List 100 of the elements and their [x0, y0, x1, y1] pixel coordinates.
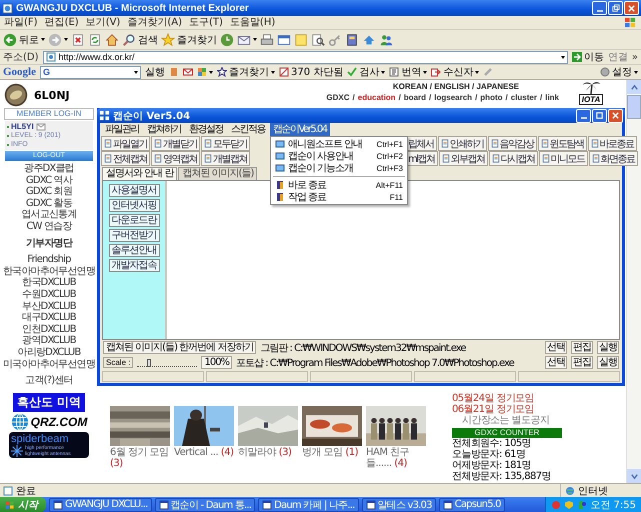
search-field[interactable]: G [40, 66, 141, 78]
people-button[interactable] [379, 32, 393, 46]
tab[interactable]: 설명서와 안내 란 [102, 167, 178, 180]
photo-caption[interactable]: Vertical ... (4) [174, 447, 234, 458]
photo-caption[interactable]: 히말라야 (3) [238, 447, 298, 458]
links-label[interactable]: 연결 [608, 50, 628, 64]
favorites-button[interactable]: 즐겨찾기 [217, 65, 275, 79]
toolbar-button[interactable]: 개별캡쳐 [201, 151, 250, 166]
maximize-button[interactable] [592, 108, 607, 122]
nav-link[interactable]: GDXC 역사 [26, 174, 72, 186]
menu-item[interactable]: 환경설정 [186, 123, 226, 136]
menu-item[interactable]: 애니원소프트 안내 Ctrl+F1 [272, 138, 406, 150]
more-button[interactable]: » [632, 52, 638, 62]
close-button[interactable] [608, 108, 623, 122]
site-nav-link[interactable]: link [545, 93, 559, 102]
menu-item[interactable]: 캡순이 기능소개 Ctrl+F3 [272, 162, 406, 174]
settings-button[interactable]: 설정 [600, 65, 638, 79]
nav-link[interactable]: 인천DXCLUB [22, 324, 76, 336]
print-button[interactable] [260, 32, 274, 46]
menu-item[interactable]: 도움말(H) [230, 16, 276, 28]
translate-button[interactable]: 번역 [389, 65, 428, 79]
nav-link[interactable]: GDXC 회원 [26, 186, 72, 198]
edit-button[interactable] [277, 32, 291, 46]
program-button[interactable]: 편집 [571, 356, 593, 369]
taskbar-button[interactable]: 캡순이 - Daum 통... [154, 498, 256, 512]
banner-text[interactable]: QRZ.COM [30, 414, 88, 429]
tab[interactable]: 캡쳐된 이미지(들) [178, 167, 258, 180]
toolbar-button[interactable]: 미니모드 [538, 151, 588, 166]
toolbar-button[interactable]: 개별닫기 [151, 136, 200, 151]
panel-button[interactable]: 사용설명서 [108, 184, 160, 197]
panel-button[interactable]: 다운로드란 [108, 214, 160, 227]
refresh-button[interactable] [88, 32, 102, 46]
globe-icon[interactable] [10, 412, 29, 431]
toolbar-button[interactable]: 윈도탐색 [538, 136, 586, 151]
save-button[interactable]: 캡쳐된 이미지(들) 한꺼번에 저장하기 [103, 341, 256, 354]
taskbar-button[interactable]: Daum 카페 | 나주... [258, 498, 358, 512]
panel-button[interactable]: 개발자접속 [108, 259, 160, 272]
menu-item[interactable]: 즐겨찾기(A) [127, 16, 182, 28]
toolbar-button[interactable]: 파일열기 [101, 136, 150, 151]
nav-link[interactable]: 수원DXCLUB [22, 288, 76, 301]
logo-text[interactable]: IOTA [578, 94, 604, 105]
menu-item[interactable]: 캡순이 사용안내 Ctrl+F2 [272, 150, 406, 162]
menu-item[interactable]: 캡순이Ver5.04 [270, 123, 330, 136]
site-nav-link[interactable]: cluster [510, 93, 537, 102]
toolbar-button[interactable]: 모두닫기 [201, 136, 250, 151]
nav-link[interactable]: 광역DXCLUB [22, 335, 76, 347]
google-logo[interactable]: Google [3, 66, 36, 78]
program-button[interactable]: 선택 [545, 341, 567, 354]
menu-item[interactable]: 편집(E) [44, 16, 79, 28]
search-button[interactable]: 검색 [122, 32, 158, 46]
toolbar-button[interactable]: ml캡쳐 [406, 151, 438, 166]
toolbar-button[interactable]: 화면종료 [588, 151, 638, 166]
nav-link[interactable]: 대구DXCLUB [22, 312, 76, 324]
program-button[interactable]: 편집 [571, 341, 593, 354]
run-button[interactable]: 실행 [145, 65, 165, 79]
nav-link[interactable]: 부산DXCLUB [22, 300, 76, 312]
menu-item[interactable]: 도구(T) [189, 16, 223, 28]
nav-link[interactable]: Friendship [27, 254, 71, 266]
close-button[interactable] [624, 1, 639, 15]
program-button[interactable]: 실행 [597, 356, 619, 369]
addons-button[interactable] [197, 67, 213, 77]
site-nav-link[interactable]: photo [480, 93, 503, 102]
nav-link[interactable]: CW 연습장 [26, 220, 72, 233]
menu-item[interactable]: 캡쳐하기 [144, 123, 184, 136]
photo-caption[interactable]: 벙개 모임 (1) [302, 447, 362, 458]
go-button[interactable]: 이동 [572, 50, 604, 64]
site-nav-link[interactable]: education [358, 93, 396, 102]
toolbar-button[interactable]: 립체서 [406, 136, 436, 151]
send-button[interactable]: 수신자 [431, 65, 480, 79]
restore-button[interactable] [608, 1, 623, 15]
toolbar-button[interactable]: 음악감상 [488, 136, 536, 151]
stop-button[interactable] [71, 32, 85, 46]
nav-link[interactable]: 미국아마추어무선연맹 [2, 358, 95, 370]
taskbar-button[interactable]: Capsun5.0 [438, 498, 505, 512]
envelope-icon[interactable] [36, 122, 46, 132]
menu-item[interactable]: 바로 종료 Alt+F11 [272, 179, 406, 191]
address-field[interactable]: http://www.dx.or.kr/ [42, 50, 568, 64]
program-button[interactable]: 선택 [545, 356, 567, 369]
schedule-item[interactable]: 05월24일 정기모임 [452, 393, 562, 404]
forward-button[interactable] [48, 32, 68, 46]
toolbar-button[interactable]: 전체캡쳐 [101, 151, 150, 166]
back-button[interactable]: 뒤로 [3, 32, 45, 46]
program-button[interactable]: 실행 [597, 341, 619, 354]
nav-link[interactable]: 고객(?)센터 [25, 375, 73, 387]
club-logo-icon[interactable] [4, 83, 28, 107]
favorites-button[interactable]: 즐겨찾기 [161, 32, 217, 46]
research-button[interactable] [311, 32, 325, 46]
photo-caption[interactable]: 6월 정기 모임 (3) [110, 447, 170, 469]
people-icon[interactable] [577, 500, 588, 510]
site-nav-link[interactable]: GDXC [326, 93, 350, 102]
nav-link[interactable]: 광주DX클럽 [24, 163, 74, 175]
menu-item[interactable]: 작업 종료 F11 [272, 191, 406, 203]
site-nav-link[interactable]: logsearch [434, 93, 472, 102]
check-button[interactable]: 검사 [347, 65, 386, 79]
nav-link[interactable]: 엽서교신통계 [21, 209, 77, 221]
panel-button[interactable]: 솔루션안내 [108, 244, 160, 257]
book-button[interactable] [345, 32, 359, 46]
schedule-item[interactable]: 06월21일 정기모임 [452, 404, 562, 415]
menu-item[interactable]: 파일관리 [102, 123, 142, 136]
nav-link[interactable]: GDXC 활동 [26, 198, 72, 210]
